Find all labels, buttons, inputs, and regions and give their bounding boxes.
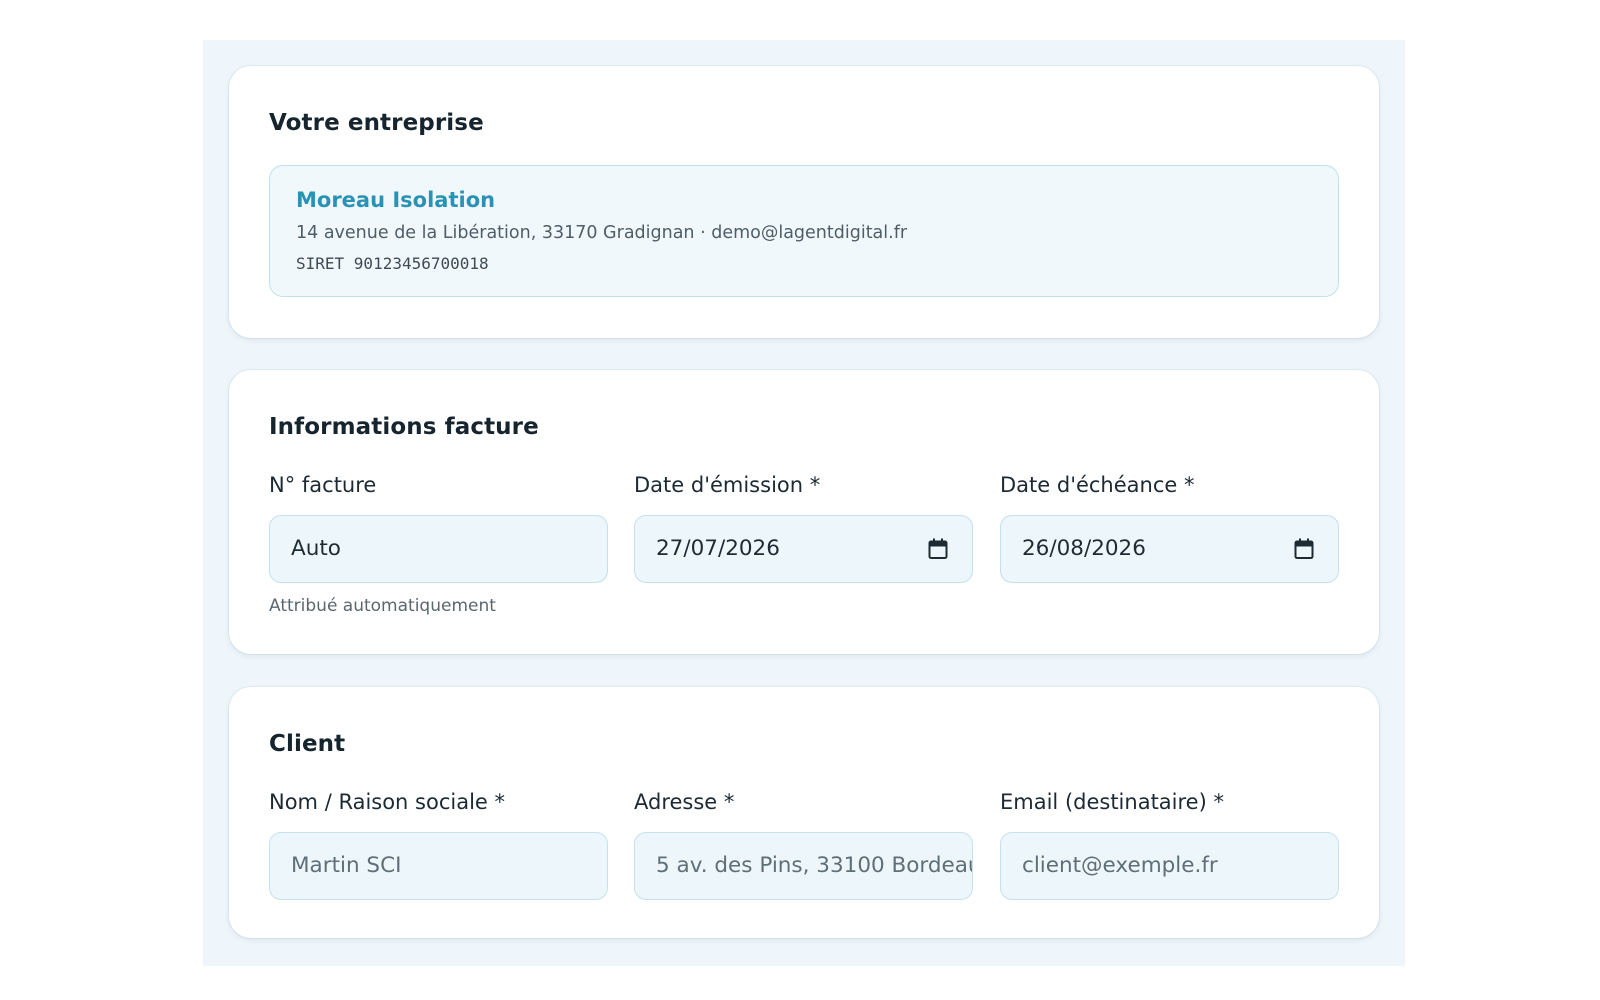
client-email-placeholder: client@exemple.fr [1022,853,1218,878]
calendar-icon[interactable] [1294,538,1314,560]
company-section-title: Votre entreprise [269,110,484,136]
invoice-number-help: Attribué automatiquement [269,596,496,616]
invoice-number-label: N° facture [269,473,377,497]
invoice-info-card: Informations facture N° facture Auto Att… [229,370,1379,654]
client-address-placeholder: 5 av. des Pins, 33100 Bordeaux [656,853,973,878]
due-date-label: Date d'échéance * [1000,473,1195,497]
company-address: 14 avenue de la Libération, 33170 Gradig… [296,223,908,243]
invoice-number-input[interactable]: Auto [269,515,608,583]
company-card: Votre entreprise Moreau Isolation 14 ave… [229,66,1379,338]
client-name-placeholder: Martin SCI [291,853,402,878]
client-address-label: Adresse * [634,790,735,814]
client-name-input[interactable]: Martin SCI [269,832,608,900]
client-name-label: Nom / Raison sociale * [269,790,506,814]
client-email-input[interactable]: client@exemple.fr [1000,832,1339,900]
invoice-form-panel: Votre entreprise Moreau Isolation 14 ave… [203,40,1405,966]
client-section-title: Client [269,731,346,757]
client-address-input[interactable]: 5 av. des Pins, 33100 Bordeaux [634,832,973,900]
due-date-value: 26/08/2026 [1022,536,1146,561]
issue-date-input[interactable]: 27/07/2026 [634,515,973,583]
calendar-icon[interactable] [928,538,948,560]
issue-date-value: 27/07/2026 [656,536,780,561]
invoice-section-title: Informations facture [269,414,539,440]
client-email-label: Email (destinataire) * [1000,790,1224,814]
client-card: Client Nom / Raison sociale * Martin SCI… [229,687,1379,938]
invoice-number-value: Auto [291,536,341,561]
company-name: Moreau Isolation [296,188,496,212]
due-date-input[interactable]: 26/08/2026 [1000,515,1339,583]
issue-date-label: Date d'émission * [634,473,821,497]
company-info-box: Moreau Isolation 14 avenue de la Libérat… [269,165,1339,297]
company-siret: SIRET 90123456700018 [296,254,489,273]
